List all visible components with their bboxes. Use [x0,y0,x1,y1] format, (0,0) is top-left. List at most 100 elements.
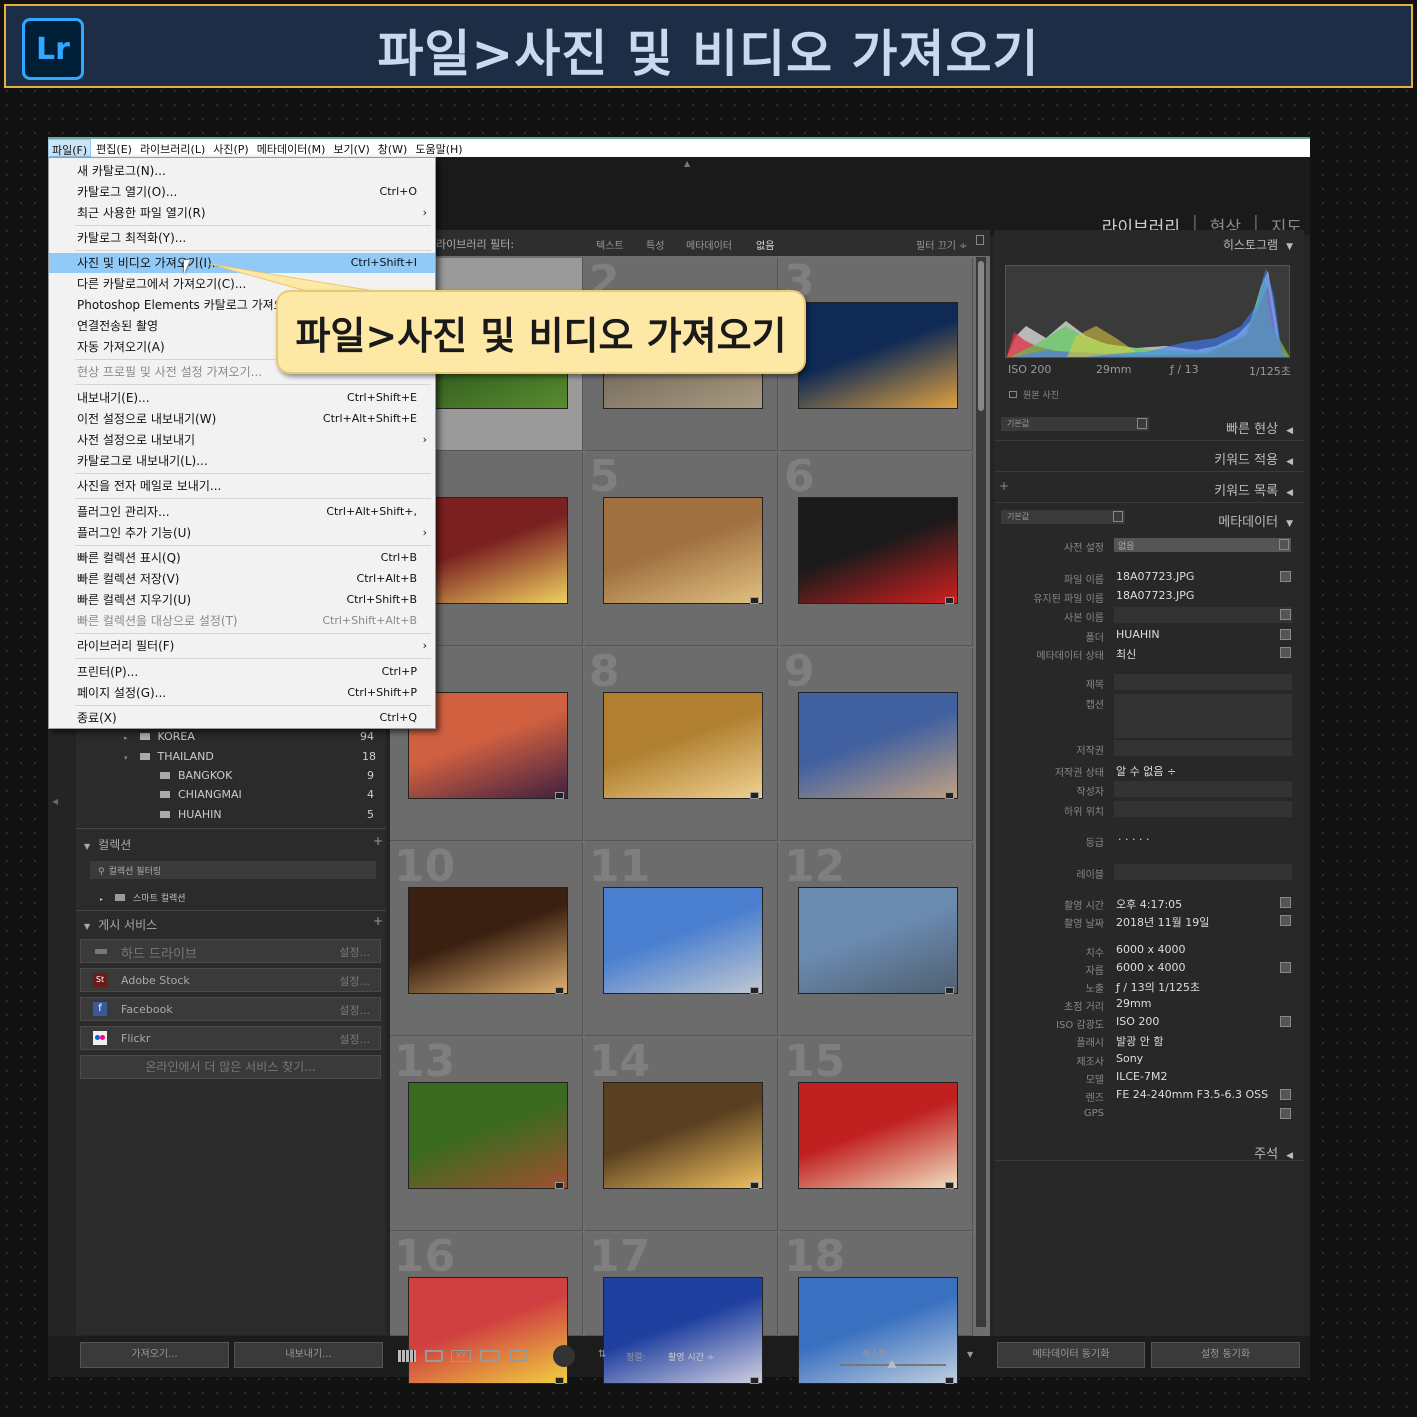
disclosure-triangle-icon[interactable]: ▸ [124,734,128,742]
find-more-services-button[interactable]: 온라인에서 더 많은 서비스 찾기... [80,1055,381,1079]
filter-text[interactable]: 텍스트 [596,237,624,252]
badge-icon[interactable] [750,1182,759,1189]
menu-export-catalog[interactable]: 카탈로그로 내보내기(L)... [49,451,435,471]
meta-action-icon[interactable] [1280,962,1291,973]
photo-thumbnail[interactable] [798,302,958,409]
filter-attribute[interactable]: 특성 [646,237,664,252]
metadata-header[interactable]: 메타데이터 ▼ [1218,511,1293,530]
badge-icon[interactable] [945,597,954,604]
menu-exit[interactable]: 종료(X) Ctrl+Q [49,708,435,728]
toolbar-menu-icon[interactable]: ▼ [967,1350,973,1359]
grid-cell[interactable]: 6 [780,451,973,646]
service-setup[interactable]: 설정... [339,1002,370,1018]
meta-field-input[interactable] [1114,740,1292,756]
left-panel-toggle-icon[interactable]: ◀ [52,797,58,806]
stepper-icon[interactable] [1137,418,1147,429]
import-button[interactable]: 가져오기... [80,1342,229,1368]
menu-file[interactable]: 파일(F) [48,139,92,157]
photo-thumbnail[interactable] [603,497,763,604]
grid-cell[interactable]: 8 [585,646,778,841]
grid-cell[interactable]: 9 [780,646,973,841]
badge-icon[interactable] [750,792,759,799]
grid-cell[interactable]: 15 [780,1036,973,1231]
sort-select[interactable]: 촬영 시간 ÷ [668,1350,714,1363]
menu-open-catalog[interactable]: 카탈로그 열기(O)... Ctrl+O [49,182,435,202]
stepper-icon[interactable] [1113,511,1123,522]
menu-plugin-extras[interactable]: 플러그인 추가 기능(U) › [49,523,435,543]
menu-library[interactable]: 라이브러리(L) [137,139,208,157]
menu-metadata[interactable]: 메타데이터(M) [254,139,329,157]
badge-icon[interactable] [750,597,759,604]
grid-cell[interactable]: 18 [780,1231,973,1384]
menu-print[interactable]: 프린터(P)... Ctrl+P [49,662,435,682]
keywording-header[interactable]: 키워드 적용 ◀ [1214,449,1293,468]
metadata-preset-select[interactable]: 기본값 [1001,510,1125,524]
grid-scrollbar[interactable] [976,257,986,1327]
grid-cell[interactable]: 12 [780,841,973,1036]
menu-clear-quick-collection[interactable]: 빠른 컬렉션 지우기(U) Ctrl+Shift+B [49,590,435,610]
label-input[interactable] [1114,864,1292,880]
add-keyword-icon[interactable]: + [999,479,1009,493]
add-publish-icon[interactable]: + [373,914,383,928]
badge-icon[interactable] [555,1182,564,1189]
menu-page-setup[interactable]: 페이지 설정(G)... Ctrl+Shift+P [49,683,435,703]
collapse-top-icon[interactable]: ▲ [684,159,690,168]
badge-icon[interactable] [945,1182,954,1189]
meta-action-icon[interactable] [1280,897,1291,908]
folder-row[interactable]: BANGKOK [160,769,232,782]
photo-thumbnail[interactable] [798,1082,958,1189]
photo-thumbnail[interactable] [798,692,958,799]
lock-icon[interactable] [976,235,984,245]
badge-icon[interactable] [750,987,759,994]
collection-filter-input[interactable]: ⚲ 컬렉션 필터링 [90,861,376,879]
menu-export-preset[interactable]: 사전 설정으로 내보내기 › [49,430,435,450]
photo-thumbnail[interactable] [798,497,958,604]
expand-triangle-icon[interactable]: ◀ [1286,457,1293,467]
sync-settings-button[interactable]: 설정 동기화 [1151,1342,1300,1368]
menu-window[interactable]: 창(W) [375,139,411,157]
histogram-header[interactable]: 히스토그램 ▼ [1223,236,1293,253]
meta-field-input[interactable] [1114,607,1292,623]
photo-thumbnail[interactable] [603,1082,763,1189]
keyword-list-header[interactable]: 키워드 목록 ◀ [1214,480,1293,499]
meta-action-icon[interactable] [1280,647,1291,658]
sort-direction-icon[interactable]: ⇅ [598,1349,606,1360]
grid-cell[interactable]: 10 [390,841,583,1036]
service-setup[interactable]: 설정... [339,973,370,989]
menu-open-recent[interactable]: 최근 사용한 파일 열기(R) › [49,203,435,223]
disclosure-triangle-icon[interactable]: ▼ [84,922,90,931]
filter-none[interactable]: 없음 [756,237,774,252]
menu-edit[interactable]: 편집(E) [93,139,135,157]
comments-header[interactable]: 주석 ◀ [1254,1143,1293,1162]
meta-preset-select[interactable]: 없음 [1114,538,1291,552]
expand-triangle-icon[interactable]: ◀ [1286,488,1293,498]
meta-action-icon[interactable] [1280,629,1291,640]
filter-off[interactable]: 필터 끄기 ÷ [916,237,968,252]
grid-cell[interactable]: 14 [585,1036,778,1231]
slider-thumb-icon[interactable] [887,1360,897,1368]
badge-icon[interactable] [945,792,954,799]
menu-export-previous[interactable]: 이전 설정으로 내보내기(W) Ctrl+Alt+Shift+E [49,409,435,429]
sync-metadata-button[interactable]: 메타데이터 동기화 [997,1342,1145,1368]
menu-save-quick-collection[interactable]: 빠른 컬렉션 저장(V) Ctrl+Alt+B [49,569,435,589]
menu-photo[interactable]: 사진(P) [210,139,251,157]
badge-icon[interactable] [750,1377,759,1384]
grid-cell[interactable]: 11 [585,841,778,1036]
grid-cell[interactable]: 17 [585,1231,778,1384]
expand-triangle-icon[interactable]: ◀ [1286,1151,1293,1161]
smart-collection-row[interactable]: ▸ 스마트 컬렉션 [100,891,186,904]
menu-plugin-manager[interactable]: 플러그인 관리자... Ctrl+Alt+Shift+, [49,502,435,522]
disclosure-triangle-icon[interactable]: ▸ [100,896,103,903]
folder-row[interactable]: ▸ KOREA [124,730,195,743]
badge-icon[interactable] [555,987,564,994]
grid-view-icon[interactable] [398,1350,416,1362]
painter-icon[interactable] [553,1345,575,1367]
badge-icon[interactable] [555,792,564,799]
disclosure-triangle-icon[interactable]: ▾ [124,754,128,762]
meta-action-icon[interactable] [1280,1016,1291,1027]
original-photo-toggle[interactable]: 원본 사진 [1009,388,1059,401]
menu-show-quick-collection[interactable]: 빠른 컬렉션 표시(Q) Ctrl+B [49,548,435,568]
people-view-icon[interactable] [509,1350,527,1362]
menu-optimize-catalog[interactable]: 카탈로그 최적화(Y)... [49,228,435,248]
menu-export[interactable]: 내보내기(E)... Ctrl+Shift+E [49,388,435,408]
